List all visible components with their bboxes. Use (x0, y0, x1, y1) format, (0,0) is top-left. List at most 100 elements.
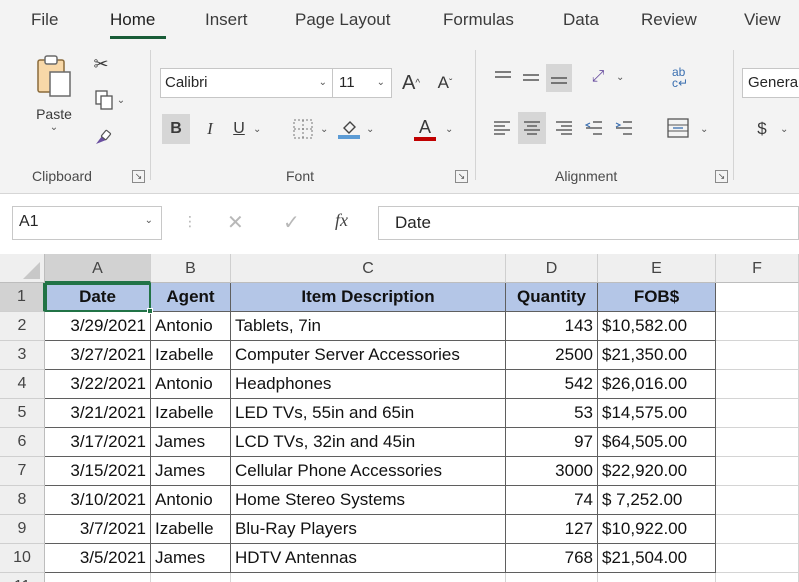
table-header-fob[interactable]: FOB$ (598, 283, 716, 312)
empty-cell[interactable] (716, 341, 799, 370)
italic-button[interactable]: I (198, 114, 222, 144)
align-left-icon[interactable] (490, 114, 514, 142)
empty-cell[interactable] (716, 515, 799, 544)
table-cell-quantity[interactable]: 53 (506, 399, 598, 428)
font-color-dropdown-icon[interactable]: ⌄ (445, 124, 453, 135)
table-cell-quantity[interactable]: 97 (506, 428, 598, 457)
table-cell-item-description[interactable]: Cellular Phone Accessories (231, 457, 506, 486)
increase-indent-icon[interactable] (612, 114, 636, 142)
underline-button[interactable]: U (228, 114, 250, 144)
table-cell-fob[interactable]: $10,582.00 (598, 312, 716, 341)
table-cell-quantity[interactable]: 74 (506, 486, 598, 515)
table-cell-item-description[interactable]: LED TVs, 55in and 65in (231, 399, 506, 428)
row-header[interactable]: 5 (0, 399, 45, 428)
table-cell-date[interactable]: 3/27/2021 (45, 341, 151, 370)
row-header[interactable]: 11 (0, 573, 45, 582)
cut-icon[interactable]: ✂ (90, 52, 112, 76)
table-cell-agent[interactable]: James (151, 428, 231, 457)
top-align-icon[interactable] (492, 66, 514, 88)
table-cell-date[interactable]: 3/21/2021 (45, 399, 151, 428)
column-header-b[interactable]: B (151, 254, 231, 283)
empty-cell[interactable] (45, 573, 151, 582)
row-header[interactable]: 8 (0, 486, 45, 515)
middle-align-icon[interactable] (520, 66, 542, 88)
clipboard-launcher-icon[interactable]: ↘ (132, 170, 145, 183)
table-cell-quantity[interactable]: 143 (506, 312, 598, 341)
empty-cell[interactable] (716, 312, 799, 341)
table-cell-item-description[interactable]: Home Stereo Systems (231, 486, 506, 515)
bottom-align-icon[interactable] (546, 64, 572, 92)
table-cell-fob[interactable]: $10,922.00 (598, 515, 716, 544)
tab-home[interactable]: Home (110, 10, 155, 30)
font-size-select[interactable]: 11 ⌄ (332, 68, 392, 98)
table-cell-quantity[interactable]: 768 (506, 544, 598, 573)
orientation-dropdown-icon[interactable]: ⌄ (616, 72, 624, 83)
orientation-icon[interactable]: ⤢ (584, 64, 612, 90)
row-header[interactable]: 9 (0, 515, 45, 544)
column-header-c[interactable]: C (231, 254, 506, 283)
empty-cell[interactable] (716, 283, 799, 312)
table-cell-agent[interactable]: Izabelle (151, 399, 231, 428)
row-header[interactable]: 7 (0, 457, 45, 486)
empty-cell[interactable] (716, 573, 799, 582)
increase-font-size-icon[interactable]: A ^ (398, 68, 424, 98)
insert-function-button[interactable]: fx (335, 210, 348, 231)
table-cell-date[interactable]: 3/15/2021 (45, 457, 151, 486)
enter-icon[interactable]: ✓ (283, 210, 300, 235)
tab-page-layout[interactable]: Page Layout (295, 10, 390, 30)
table-cell-item-description[interactable]: Computer Server Accessories (231, 341, 506, 370)
fill-color-button[interactable] (336, 114, 362, 144)
decrease-font-size-icon[interactable]: Aˇ (432, 68, 458, 98)
table-cell-agent[interactable]: Antonio (151, 312, 231, 341)
empty-cell[interactable] (716, 399, 799, 428)
formula-bar-grip-icon[interactable]: ⋮ (183, 213, 197, 230)
currency-format-button[interactable]: $ (752, 114, 772, 144)
empty-cell[interactable] (151, 573, 231, 582)
column-header-f[interactable]: F (716, 254, 799, 283)
cancel-icon[interactable]: ✕ (227, 210, 244, 235)
empty-cell[interactable] (716, 370, 799, 399)
row-header[interactable]: 4 (0, 370, 45, 399)
fill-handle[interactable] (147, 308, 153, 314)
table-cell-fob[interactable]: $26,016.00 (598, 370, 716, 399)
table-cell-fob[interactable]: $21,350.00 (598, 341, 716, 370)
font-launcher-icon[interactable]: ↘ (455, 170, 468, 183)
tab-review[interactable]: Review (641, 10, 697, 30)
number-format-select[interactable]: Genera (742, 68, 799, 98)
table-cell-quantity[interactable]: 542 (506, 370, 598, 399)
table-cell-quantity[interactable]: 2500 (506, 341, 598, 370)
bold-button[interactable]: B (162, 114, 190, 144)
column-header-d[interactable]: D (506, 254, 598, 283)
alignment-launcher-icon[interactable]: ↘ (715, 170, 728, 183)
table-cell-item-description[interactable]: Blu-Ray Players (231, 515, 506, 544)
table-header-item-description[interactable]: Item Description (231, 283, 506, 312)
selected-cell-a1[interactable]: Date (45, 283, 151, 312)
tab-view[interactable]: View (744, 10, 781, 30)
align-right-icon[interactable] (552, 114, 576, 142)
table-cell-item-description[interactable]: HDTV Antennas (231, 544, 506, 573)
table-cell-item-description[interactable]: Headphones (231, 370, 506, 399)
column-header-a[interactable]: A (45, 254, 151, 283)
merge-dropdown-icon[interactable]: ⌄ (700, 124, 708, 135)
table-cell-fob[interactable]: $14,575.00 (598, 399, 716, 428)
empty-cell[interactable] (716, 544, 799, 573)
row-header[interactable]: 3 (0, 341, 45, 370)
empty-cell[interactable] (598, 573, 716, 582)
row-header[interactable]: 1 (0, 283, 45, 312)
table-cell-date[interactable]: 3/22/2021 (45, 370, 151, 399)
tab-insert[interactable]: Insert (205, 10, 248, 30)
column-header-e[interactable]: E (598, 254, 716, 283)
borders-dropdown-icon[interactable]: ⌄ (320, 124, 328, 135)
table-cell-item-description[interactable]: Tablets, 7in (231, 312, 506, 341)
fill-color-dropdown-icon[interactable]: ⌄ (366, 124, 374, 135)
table-cell-agent[interactable]: Izabelle (151, 515, 231, 544)
table-cell-date[interactable]: 3/29/2021 (45, 312, 151, 341)
table-cell-date[interactable]: 3/7/2021 (45, 515, 151, 544)
tab-formulas[interactable]: Formulas (443, 10, 514, 30)
table-cell-fob[interactable]: $ 7,252.00 (598, 486, 716, 515)
table-cell-date[interactable]: 3/10/2021 (45, 486, 151, 515)
merge-center-icon[interactable] (664, 114, 692, 142)
currency-dropdown-icon[interactable]: ⌄ (780, 124, 788, 135)
decrease-indent-icon[interactable] (582, 114, 606, 142)
paste-button[interactable]: Paste ⌄ (24, 52, 84, 144)
